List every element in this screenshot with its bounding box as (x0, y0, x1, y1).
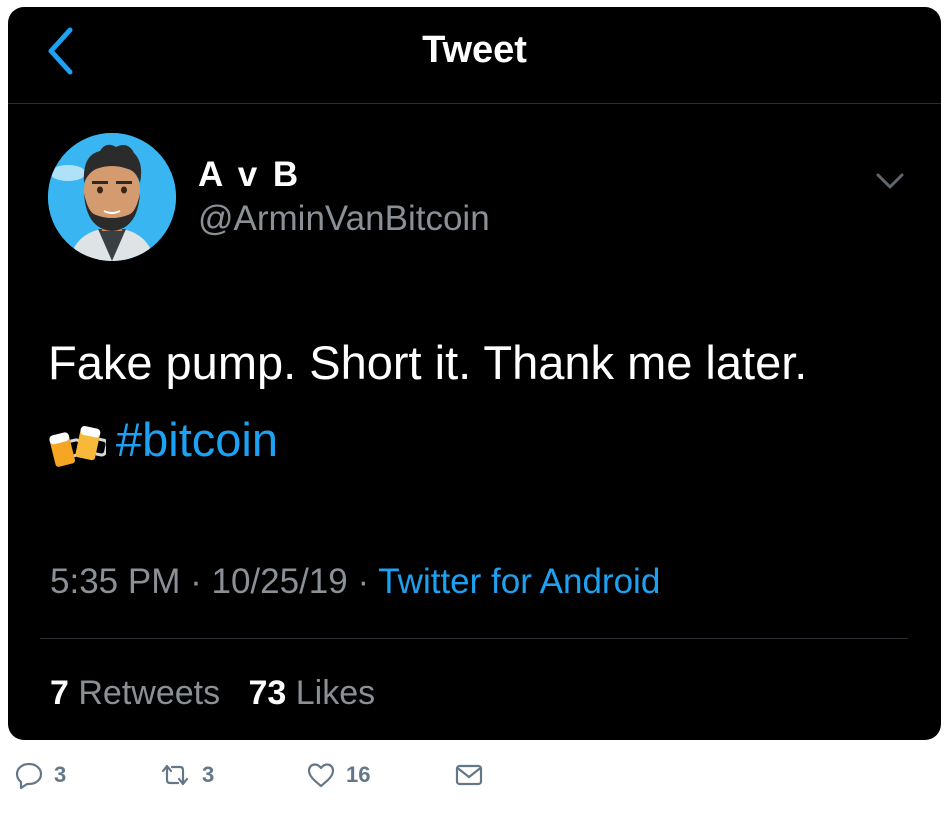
likes-label: Likes (295, 674, 376, 712)
retweet-icon (161, 764, 189, 786)
direct-message-button[interactable] (454, 760, 484, 790)
reply-count: 3 (54, 762, 67, 787)
reply-icon (15, 762, 43, 790)
like-button[interactable]: 16 (306, 760, 370, 790)
tweet-hashtag-line: #bitcoin (48, 401, 908, 478)
meta-separator: · (357, 562, 370, 601)
tweet-time: 5:35 PM (50, 562, 181, 601)
author-handle[interactable]: @ArminVanBitcoin (198, 199, 490, 239)
beer-mugs-icon (49, 425, 106, 467)
tweet-date: 10/25/19 (211, 562, 348, 601)
retweets-label: Retweets (78, 674, 221, 712)
action-bar: 3 3 16 (0, 760, 952, 810)
page-title: Tweet (422, 29, 527, 71)
avatar[interactable] (48, 133, 176, 261)
likes-count: 73 (248, 674, 287, 712)
retweet-count: 3 (202, 762, 215, 787)
avatar-image (48, 133, 176, 261)
retweets-count: 7 (50, 674, 69, 712)
tweet-text: Fake pump. Short it. Thank me later. #bi… (48, 324, 908, 478)
tweet-text-line: Fake pump. Short it. Thank me later. (48, 336, 808, 389)
meta-separator: · (190, 562, 202, 601)
tweet-meta: 5:35 PM · 10/25/19 · Twitter for Android (50, 562, 660, 602)
divider (40, 638, 908, 639)
tweet-card: Tweet A v B @ArminVanBitcoin Fake pump. … (8, 7, 941, 740)
header-bar: Tweet (8, 7, 941, 104)
like-count: 16 (346, 762, 371, 787)
heart-icon (307, 763, 335, 788)
retweets-stat[interactable]: 7 Retweets (50, 674, 220, 712)
author-name[interactable]: A v B (198, 155, 301, 195)
tweet-stats: 7 Retweets 73 Likes (50, 674, 375, 713)
likes-stat[interactable]: 73 Likes (248, 674, 375, 712)
retweet-button[interactable]: 3 (158, 760, 214, 790)
tweet-source-link[interactable]: Twitter for Android (378, 562, 660, 601)
hashtag-link[interactable]: #bitcoin (116, 413, 278, 466)
reply-button[interactable]: 3 (14, 760, 66, 790)
envelope-icon (455, 764, 483, 786)
chevron-down-icon[interactable] (870, 165, 910, 195)
